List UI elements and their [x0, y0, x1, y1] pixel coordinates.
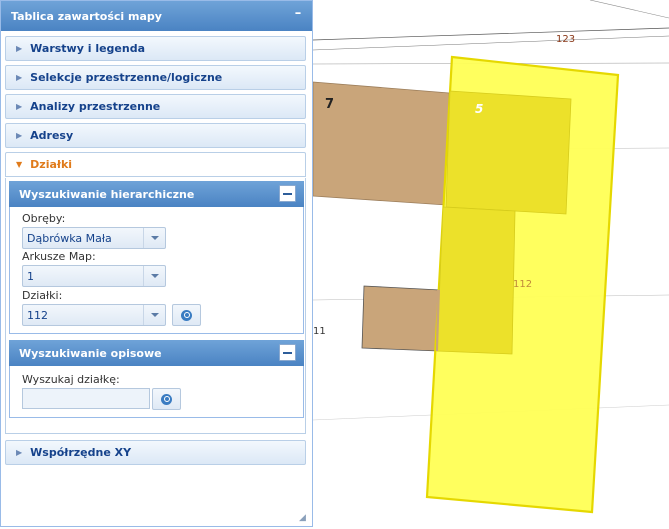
chevron-down-icon[interactable]: [143, 228, 165, 248]
hierarchical-search-title: Wyszukiwanie hierarchiczne: [19, 187, 195, 201]
dzialki-body: Wyszukiwanie hierarchiczne Obręby: Dąbró…: [5, 178, 306, 434]
search-parcel-input[interactable]: [22, 388, 150, 409]
section-label: Selekcje przestrzenne/logiczne: [30, 71, 223, 84]
minimize-icon[interactable]: [279, 185, 296, 202]
building-overlap: [436, 206, 516, 355]
hierarchical-search-header[interactable]: Wyszukiwanie hierarchiczne: [9, 181, 304, 207]
dzialki-select[interactable]: 112: [22, 304, 166, 326]
obreby-select[interactable]: Dąbrówka Mała: [22, 227, 166, 249]
chevron-right-icon: ▶: [16, 73, 23, 82]
chevron-down-icon[interactable]: [143, 266, 165, 286]
arkusze-value: 1: [27, 270, 34, 283]
obreby-value: Dąbrówka Mała: [27, 232, 112, 245]
section-label: Działki: [30, 158, 73, 171]
search-icon: [181, 309, 192, 321]
chevron-right-icon: ▶: [16, 448, 23, 457]
section-dzialki[interactable]: ▼ Działki: [5, 152, 306, 177]
section-selekcje[interactable]: ▶ Selekcje przestrzenne/logiczne: [5, 65, 306, 90]
building-label-5: 5: [475, 102, 484, 116]
panel-title: Tablica zawartości mapy: [11, 9, 162, 23]
section-warstwy-i-legenda[interactable]: ▶ Warstwy i legenda: [5, 36, 306, 61]
section-label: Warstwy i legenda: [30, 42, 146, 55]
section-label: Adresy: [30, 129, 74, 142]
dzialki-value: 112: [27, 309, 48, 322]
section-label: Analizy przestrzenne: [30, 100, 161, 113]
building-label-7: 7: [325, 97, 335, 112]
building-small: [361, 285, 441, 352]
chevron-right-icon: ▶: [16, 102, 23, 111]
chevron-down-icon[interactable]: [143, 305, 165, 325]
parcel-label-112: 112: [513, 279, 533, 290]
search-parcel-label: Wyszukaj działkę:: [22, 373, 120, 386]
building-5-overlap: [445, 90, 572, 215]
parcel-label-11: 11: [313, 326, 326, 337]
parcel-label-123: 123: [556, 34, 576, 45]
obreby-label: Obręby:: [22, 212, 66, 225]
panel-header: Tablica zawartości mapy –: [1, 1, 312, 31]
descriptive-search-title: Wyszukiwanie opisowe: [19, 346, 162, 360]
descriptive-search-button[interactable]: [152, 388, 181, 410]
map-contents-panel: Tablica zawartości mapy – ▶ Warstwy i le…: [0, 0, 313, 527]
collapse-panel-button[interactable]: –: [291, 7, 305, 22]
hierarchical-search-body: Obręby: Dąbrówka Mała Arkusze Map: 1 Dzi…: [9, 207, 304, 334]
descriptive-search-body: Wyszukaj działkę:: [9, 366, 304, 418]
chevron-right-icon: ▶: [16, 44, 23, 53]
dzialki-label: Działki:: [22, 289, 63, 302]
arkusze-label: Arkusze Map:: [22, 250, 96, 263]
descriptive-search-header[interactable]: Wyszukiwanie opisowe: [9, 340, 304, 366]
search-icon: [161, 393, 172, 405]
chevron-down-icon: ▼: [16, 160, 23, 169]
chevron-right-icon: ▶: [16, 131, 23, 140]
parcel-boundary: [589, 0, 669, 19]
arkusze-select[interactable]: 1: [22, 265, 166, 287]
section-analizy-przestrzenne[interactable]: ▶ Analizy przestrzenne: [5, 94, 306, 119]
section-adresy[interactable]: ▶ Adresy: [5, 123, 306, 148]
minimize-icon[interactable]: [279, 344, 296, 361]
hierarchical-search-button[interactable]: [172, 304, 201, 326]
section-label: Współrzędne XY: [30, 446, 132, 459]
section-wspolrzedne-xy[interactable]: ▶ Współrzędne XY: [5, 440, 306, 465]
resize-grip-icon[interactable]: ◢: [299, 513, 309, 523]
